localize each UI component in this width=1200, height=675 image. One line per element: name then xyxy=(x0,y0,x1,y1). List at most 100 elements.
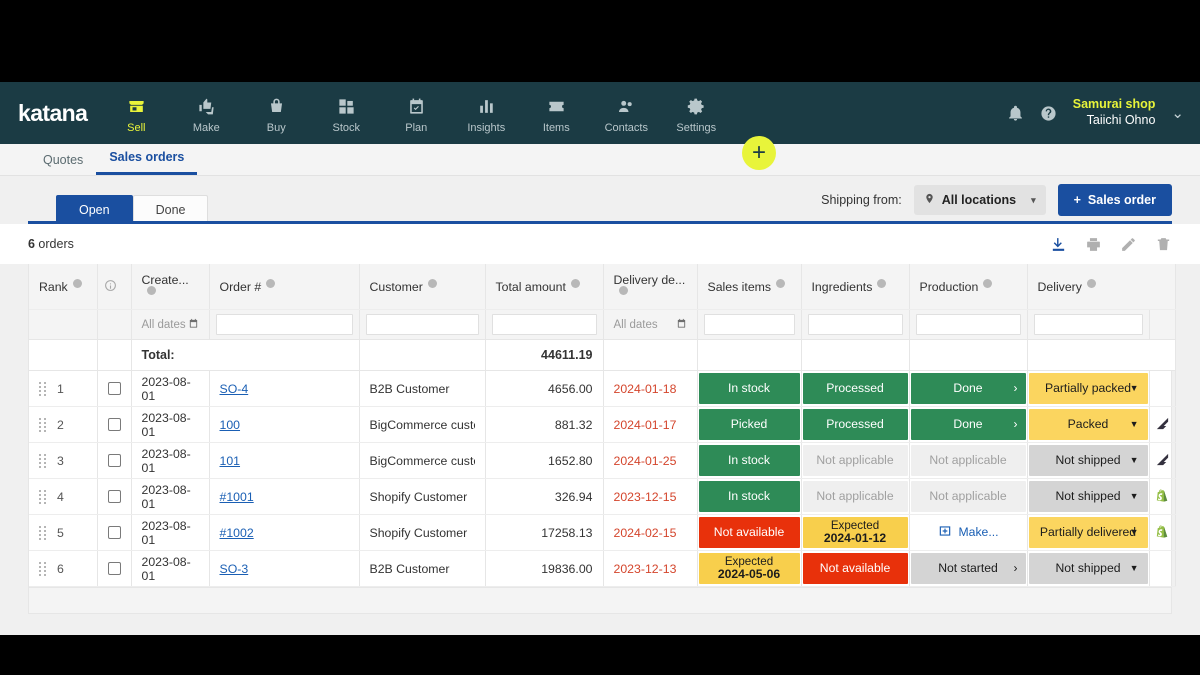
drag-handle-icon[interactable] xyxy=(39,381,46,396)
production-chip[interactable]: Make... xyxy=(910,517,1026,548)
filter-production[interactable] xyxy=(909,309,1028,340)
table-row[interactable]: 5 2023-08-01 #1002 Shopify Customer 17258.13… xyxy=(29,514,1176,551)
order-number-link[interactable]: SO-3 xyxy=(220,562,249,576)
table-row[interactable]: 2 2023-08-01 100 BigCommerce customer 881.32… xyxy=(29,406,1176,443)
delivery-chip[interactable]: Not shipped ▼ xyxy=(1028,481,1148,512)
col-header-created[interactable]: Create... xyxy=(131,264,210,310)
production-chip[interactable]: Not started › xyxy=(910,553,1026,584)
nav-item-plan[interactable]: Plan xyxy=(381,82,451,144)
user-menu[interactable]: Samurai shop Taiichi Ohno xyxy=(1073,97,1156,128)
filter-delivery-input[interactable] xyxy=(1033,314,1143,335)
subtab-sales-orders[interactable]: Sales orders xyxy=(96,150,198,175)
filter-total[interactable] xyxy=(485,309,604,340)
table-row[interactable]: 1 2023-08-01 SO-4 B2B Customer 4656.00 2024-0… xyxy=(29,370,1176,407)
nav-item-sell[interactable]: Sell xyxy=(101,82,171,144)
production-make-button[interactable]: Make... xyxy=(938,524,998,541)
delivery-dropdown-icon[interactable]: ▼ xyxy=(1130,563,1139,573)
info-icon[interactable] xyxy=(983,279,993,288)
info-circle-icon[interactable] xyxy=(104,280,117,295)
delivery-chip[interactable]: Partially delivered ▼ xyxy=(1028,517,1148,548)
filter-production-input[interactable] xyxy=(915,314,1021,335)
filter-deadline-date[interactable]: All dates xyxy=(603,309,698,340)
delivery-dropdown-icon[interactable]: ▼ xyxy=(1130,527,1139,537)
col-header-delivery[interactable]: Delivery xyxy=(1027,264,1176,310)
new-sales-order-button[interactable]: + Sales order xyxy=(1057,184,1172,216)
info-icon[interactable] xyxy=(266,279,276,288)
table-row[interactable]: 3 2023-08-01 101 BigCommerce customer 1652.8… xyxy=(29,442,1176,479)
row-checkbox[interactable] xyxy=(107,526,121,539)
delivery-dropdown-icon[interactable]: ▼ xyxy=(1130,419,1139,429)
drag-handle-icon[interactable] xyxy=(39,561,46,576)
delivery-chip[interactable]: Partially packed ▼ xyxy=(1028,373,1148,404)
order-number-link[interactable]: 101 xyxy=(220,454,241,468)
filter-ingredients-input[interactable] xyxy=(807,314,903,335)
delete-icon[interactable] xyxy=(1155,236,1172,253)
info-icon[interactable] xyxy=(877,279,887,288)
row-checkbox[interactable] xyxy=(107,382,121,395)
drag-handle-icon[interactable] xyxy=(39,417,46,432)
calendar-icon[interactable] xyxy=(676,318,687,332)
row-checkbox[interactable] xyxy=(107,490,121,503)
location-filter-dropdown[interactable]: All locations ▾ xyxy=(913,185,1046,215)
filter-order[interactable] xyxy=(209,309,360,340)
col-header-delivery-deadline[interactable]: Delivery de... xyxy=(603,264,698,310)
chevron-down-icon[interactable]: ⌄ xyxy=(1171,104,1184,122)
drag-handle-icon[interactable] xyxy=(39,489,46,504)
filter-customer-input[interactable] xyxy=(365,314,479,335)
delivery-chip[interactable]: Not shipped ▼ xyxy=(1028,553,1148,584)
filter-created-date[interactable]: All dates xyxy=(131,309,210,340)
drag-handle-icon[interactable] xyxy=(39,525,46,540)
drag-handle-icon[interactable] xyxy=(39,453,46,468)
info-icon[interactable] xyxy=(72,279,82,288)
filter-total-input[interactable] xyxy=(491,314,597,335)
filter-sales-items-input[interactable] xyxy=(703,314,795,335)
delivery-dropdown-icon[interactable]: ▼ xyxy=(1130,383,1139,393)
nav-item-settings[interactable]: Settings xyxy=(661,82,731,144)
bell-icon[interactable] xyxy=(1007,105,1024,122)
order-number-link[interactable]: #1001 xyxy=(220,490,254,504)
delivery-chip[interactable]: Packed ▼ xyxy=(1028,409,1148,440)
production-chip[interactable]: Done › xyxy=(910,409,1026,440)
table-row[interactable]: 6 2023-08-01 SO-3 B2B Customer 19836.00 2023-… xyxy=(29,550,1176,587)
row-checkbox[interactable] xyxy=(107,454,121,467)
info-icon[interactable] xyxy=(618,286,628,295)
subtab-quotes[interactable]: Quotes xyxy=(30,153,96,175)
filter-sales-items[interactable] xyxy=(697,309,802,340)
print-icon[interactable] xyxy=(1085,236,1102,253)
filter-ingredients[interactable] xyxy=(801,309,910,340)
nav-item-contacts[interactable]: Contacts xyxy=(591,82,661,144)
delivery-chip[interactable]: Not shipped ▼ xyxy=(1028,445,1148,476)
nav-item-insights[interactable]: Insights xyxy=(451,82,521,144)
production-expand-arrow[interactable]: › xyxy=(1014,381,1018,396)
delivery-dropdown-icon[interactable]: ▼ xyxy=(1130,455,1139,465)
delivery-dropdown-icon[interactable]: ▼ xyxy=(1130,491,1139,501)
row-checkbox[interactable] xyxy=(107,562,121,575)
filter-order-input[interactable] xyxy=(215,314,353,335)
col-header-production[interactable]: Production xyxy=(909,264,1028,310)
edit-icon[interactable] xyxy=(1120,236,1137,253)
info-icon[interactable] xyxy=(146,286,156,295)
col-header-total[interactable]: Total amount xyxy=(485,264,604,310)
nav-item-make[interactable]: Make xyxy=(171,82,241,144)
order-number-link[interactable]: 100 xyxy=(220,418,241,432)
export-icon[interactable] xyxy=(1050,236,1067,253)
row-checkbox[interactable] xyxy=(107,418,121,431)
info-icon[interactable] xyxy=(1086,279,1096,288)
nav-item-stock[interactable]: Stock xyxy=(311,82,381,144)
tab-done[interactable]: Done xyxy=(132,195,209,224)
production-expand-arrow[interactable]: › xyxy=(1014,561,1018,576)
col-header-customer[interactable]: Customer xyxy=(359,264,486,310)
col-header-rank[interactable]: Rank xyxy=(29,264,98,310)
question-circle-icon[interactable] xyxy=(1040,105,1057,122)
info-icon[interactable] xyxy=(776,279,786,288)
katana-logo[interactable]: katana xyxy=(0,82,101,144)
nav-item-items[interactable]: Items xyxy=(521,82,591,144)
production-chip[interactable]: Done › xyxy=(910,373,1026,404)
order-number-link[interactable]: #1002 xyxy=(220,526,254,540)
col-header-sales-items[interactable]: Sales items xyxy=(697,264,802,310)
tab-open[interactable]: Open xyxy=(56,195,133,224)
info-icon[interactable] xyxy=(427,279,437,288)
production-expand-arrow[interactable]: › xyxy=(1014,417,1018,432)
table-row[interactable]: 4 2023-08-01 #1001 Shopify Customer 326.94 20… xyxy=(29,478,1176,515)
col-header-ingredients[interactable]: Ingredients xyxy=(801,264,910,310)
